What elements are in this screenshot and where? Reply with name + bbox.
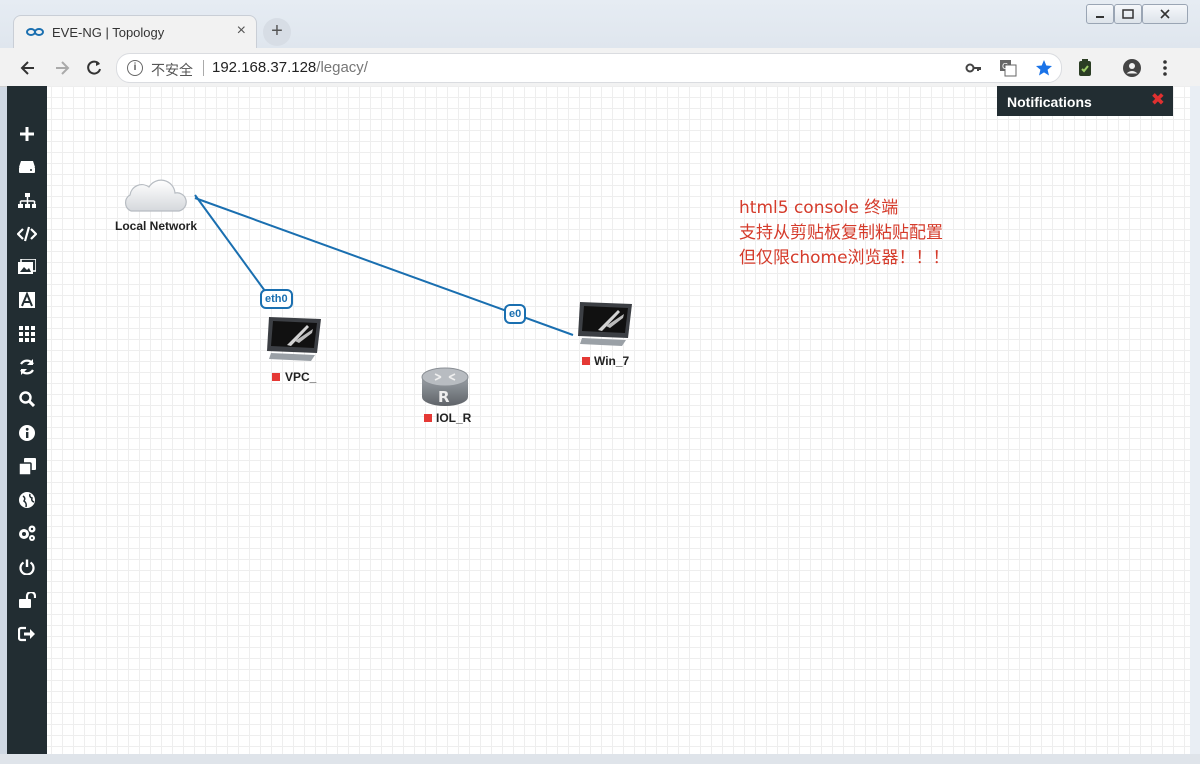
window-bottom-border	[0, 754, 1200, 764]
url-host-text: 192.168.37.128	[212, 59, 317, 76]
note-line-2: 支持从剪贴板复制粘贴配置	[739, 223, 943, 243]
router-icon: R	[421, 367, 469, 406]
node-local-network[interactable]	[121, 179, 187, 217]
forward-arrow-icon[interactable]	[52, 58, 72, 78]
node-label-win7: Win_7	[594, 354, 630, 368]
security-label[interactable]: 不安全	[151, 60, 193, 80]
key-icon[interactable]	[965, 59, 983, 77]
address-bar[interactable]: i 不安全 192.168.37.128/legacy/ G	[116, 53, 1062, 83]
minimize-icon	[1096, 16, 1104, 18]
node-label-local-network: Local Network	[115, 219, 198, 233]
close-icon	[1160, 9, 1170, 19]
node-label-iol-router: IOL_R	[436, 411, 472, 425]
site-info-icon[interactable]: i	[127, 60, 143, 76]
bookmark-star-icon[interactable]	[1035, 59, 1053, 77]
browser-tabstrip: EVE-NG | Topology × +	[0, 0, 1200, 49]
translate-icon[interactable]: G	[999, 59, 1017, 77]
node-status-iol-router	[424, 414, 432, 422]
desktop-background	[1190, 86, 1200, 764]
new-tab-button[interactable]: +	[263, 18, 291, 46]
eve-logo-icon	[26, 28, 44, 36]
svg-text:G: G	[1002, 62, 1008, 71]
svg-text:R: R	[438, 388, 450, 406]
minimize-button[interactable]	[1086, 4, 1114, 24]
text-note[interactable]: html5 console 终端 支持从剪贴板复制粘贴配置 但仅限chome浏览…	[739, 196, 950, 271]
reload-icon[interactable]	[84, 58, 104, 78]
cloud-icon	[125, 179, 187, 212]
back-arrow-icon[interactable]	[18, 58, 38, 78]
notifications-panel: Notifications ✖	[997, 86, 1173, 116]
note-line-1: html5 console 终端	[739, 198, 899, 218]
link-cloud-vpc[interactable]	[194, 194, 266, 292]
url-host[interactable]: 192.168.37.128/legacy/	[212, 59, 368, 76]
interface-label-eth0: eth0	[260, 289, 293, 309]
interface-label-e0: e0	[504, 304, 527, 324]
tab-close-icon[interactable]: ×	[237, 22, 246, 40]
restore-button[interactable]	[1114, 4, 1142, 24]
clipboard-extension-icon[interactable]	[1075, 58, 1095, 78]
node-label-vpc: VPC_	[285, 370, 317, 384]
browser-tab[interactable]: EVE-NG | Topology ×	[14, 16, 256, 49]
separator	[203, 60, 204, 76]
monitor-icon	[267, 317, 321, 361]
tab-title: EVE-NG | Topology	[52, 25, 165, 40]
monitor-icon	[578, 302, 632, 346]
notifications-close-icon[interactable]: ✖	[1151, 90, 1165, 110]
note-line-3: 但仅限chome浏览器！！！	[739, 248, 950, 268]
restore-icon	[1122, 9, 1134, 19]
menu-dots-icon[interactable]	[1155, 58, 1175, 78]
close-window-button[interactable]	[1142, 4, 1188, 24]
node-status-win7	[582, 357, 590, 365]
browser-toolbar: i 不安全 192.168.37.128/legacy/ G	[0, 48, 1200, 87]
topology-canvas[interactable]: Local Network eth0 e0 VPC_ Win_7 R IOL_R…	[7, 86, 1190, 754]
account-icon[interactable]	[1122, 58, 1142, 78]
node-iol-router[interactable]: R	[420, 366, 470, 408]
node-vpc[interactable]	[265, 315, 323, 363]
url-path: /legacy/	[316, 59, 368, 76]
notifications-title: Notifications	[1007, 94, 1092, 110]
node-status-vpc	[272, 373, 280, 381]
node-win7[interactable]	[576, 300, 634, 348]
